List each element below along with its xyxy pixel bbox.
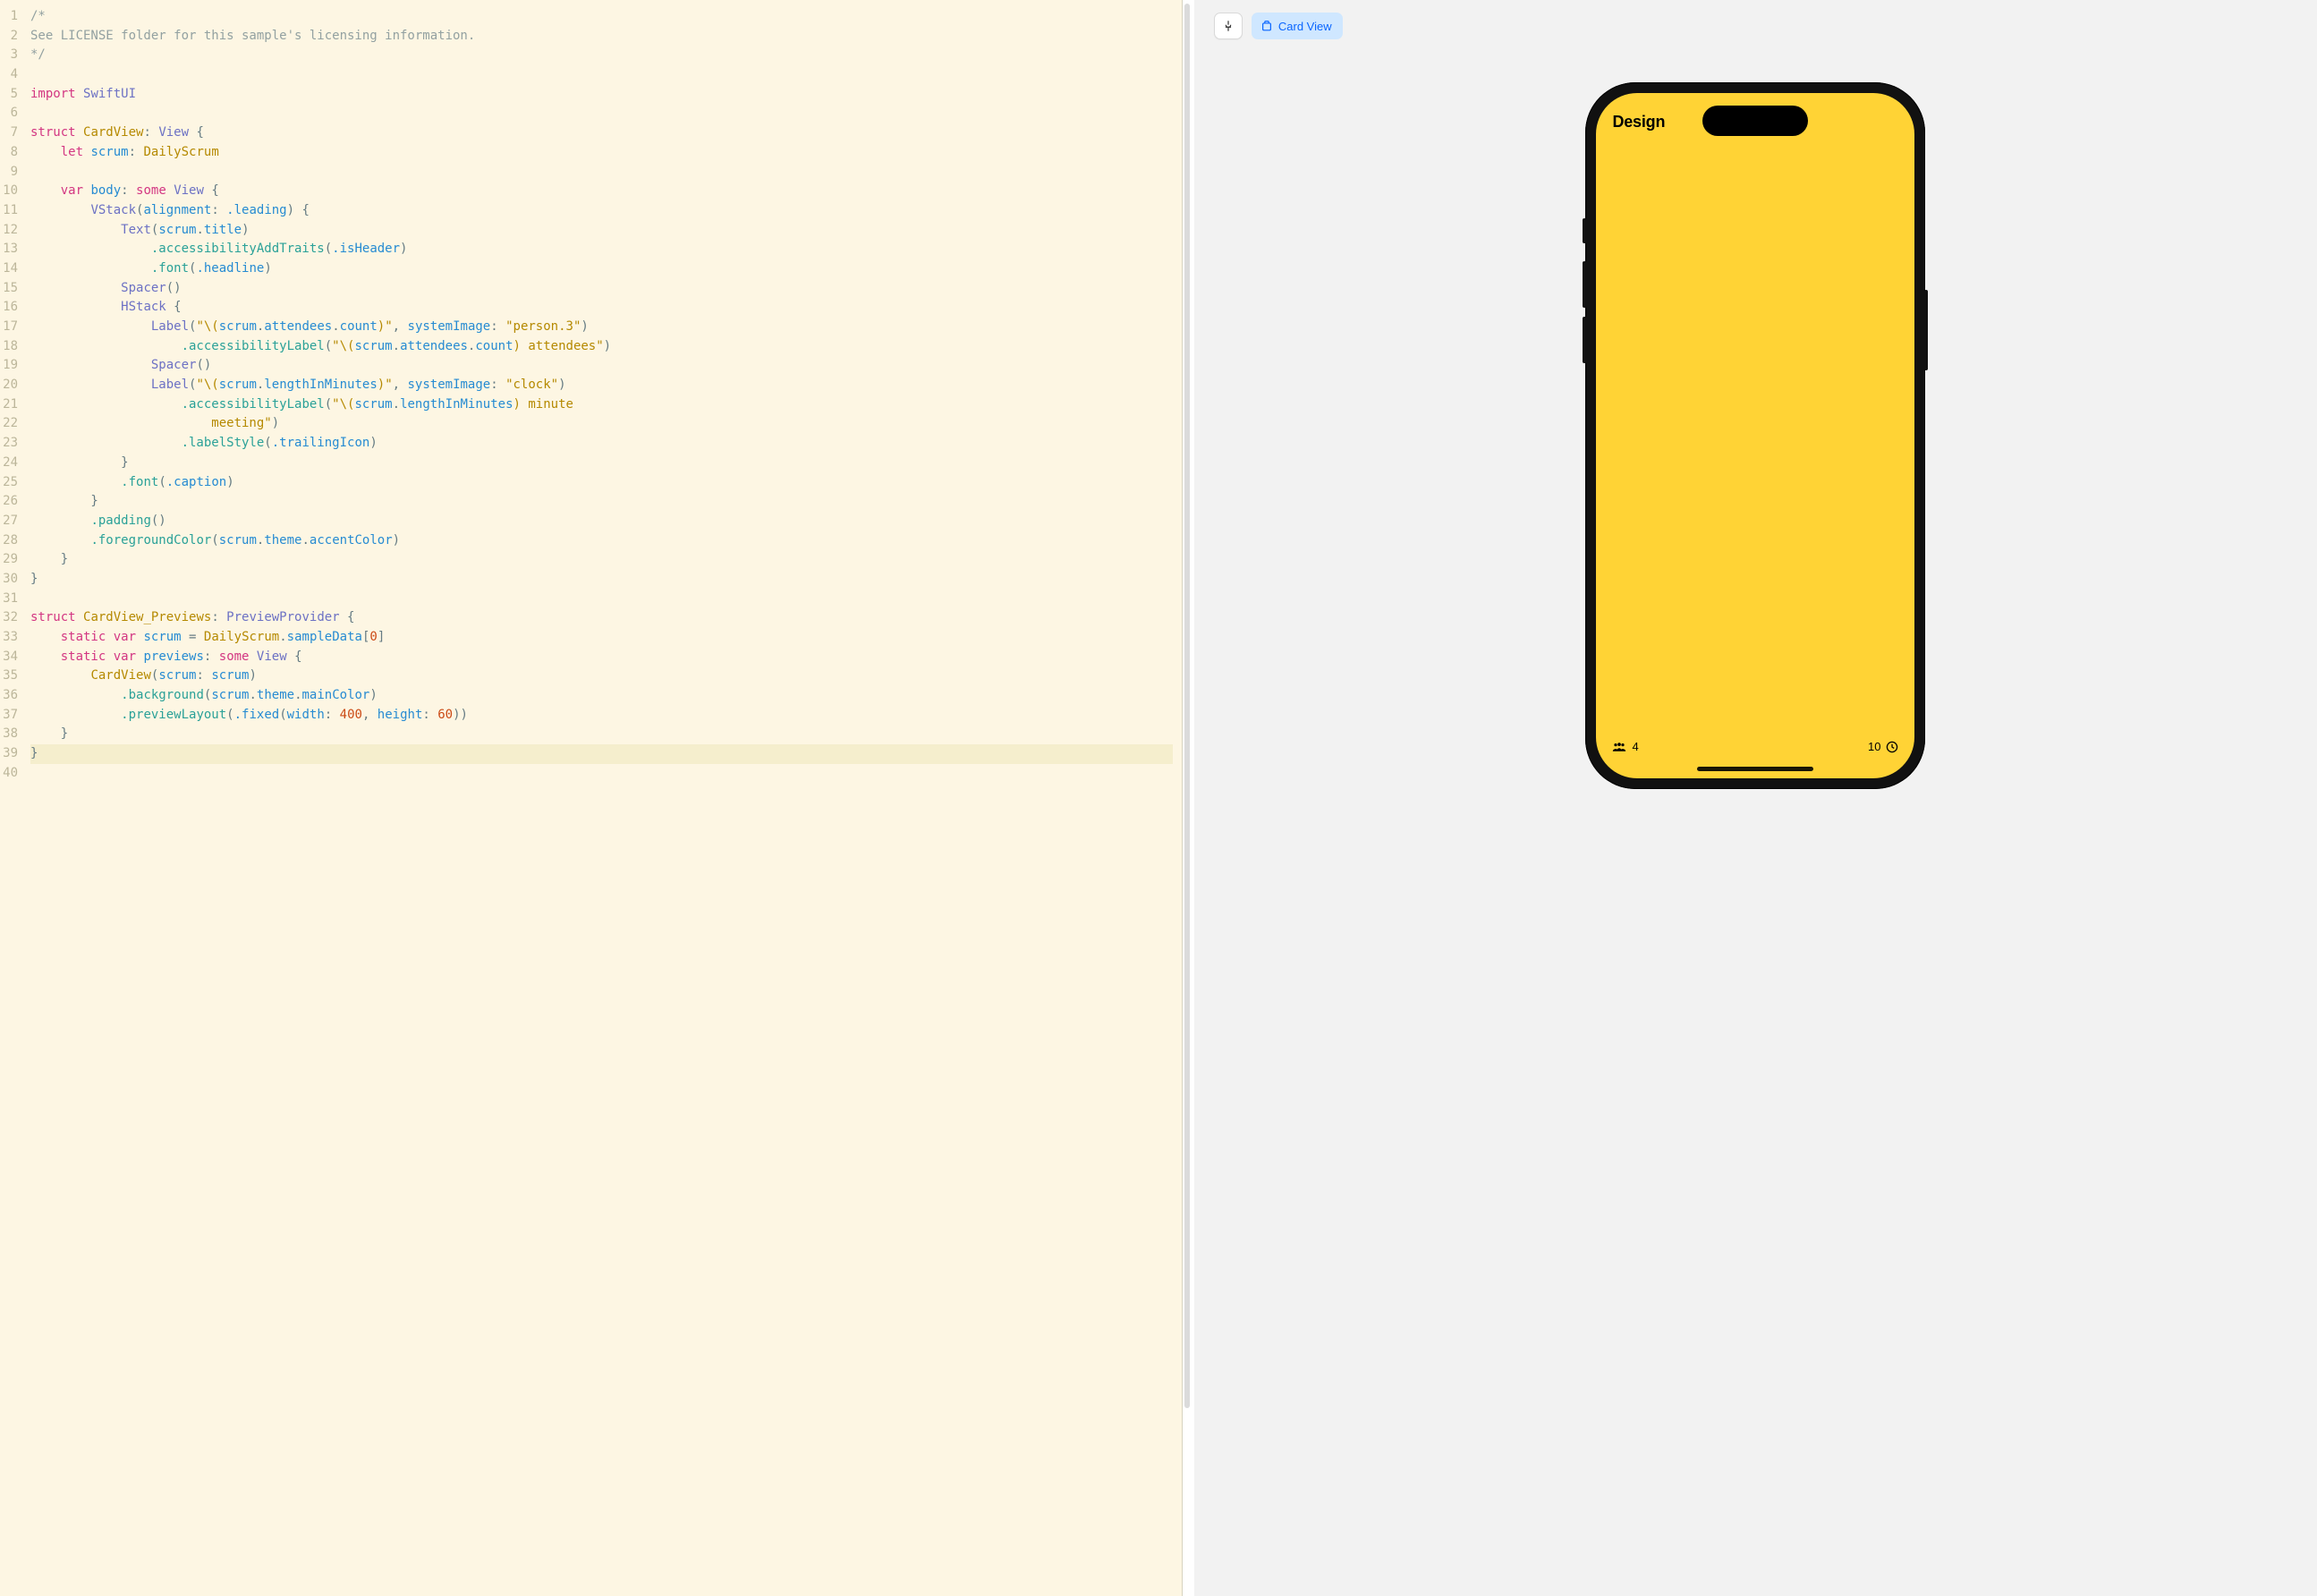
person-3-icon <box>1612 741 1626 753</box>
dynamic-island <box>1702 106 1808 136</box>
card-title: Design <box>1612 113 1665 132</box>
code-editor[interactable]: 1234567891011121314151617181920212223242… <box>0 0 1182 1596</box>
attendees-label: 4 <box>1612 740 1638 753</box>
pin-icon <box>1222 20 1235 32</box>
card-footer: 4 10 <box>1612 740 1898 753</box>
canvas-toolbar: Card View <box>1214 13 1343 39</box>
device-preview[interactable]: Design 4 10 <box>1585 82 1925 789</box>
preview-canvas[interactable]: Card View Design 4 <box>1194 0 2317 1596</box>
clock-icon <box>1886 741 1898 753</box>
length-label: 10 <box>1868 740 1898 753</box>
preview-target-label: Card View <box>1278 20 1332 33</box>
attendees-count: 4 <box>1632 740 1638 753</box>
source-code[interactable]: /*See LICENSE folder for this sample's l… <box>23 0 1182 1596</box>
pin-preview-button[interactable] <box>1214 13 1243 39</box>
line-number-gutter: 1234567891011121314151617181920212223242… <box>0 0 23 1596</box>
iphone-frame: Design 4 10 <box>1585 82 1925 789</box>
device-screen: Design 4 10 <box>1596 93 1914 778</box>
preview-target-chip[interactable]: Card View <box>1252 13 1343 39</box>
app-icon <box>1260 20 1273 32</box>
pane-divider[interactable] <box>1182 0 1194 1596</box>
minutes-count: 10 <box>1868 740 1880 753</box>
home-indicator <box>1697 767 1813 771</box>
